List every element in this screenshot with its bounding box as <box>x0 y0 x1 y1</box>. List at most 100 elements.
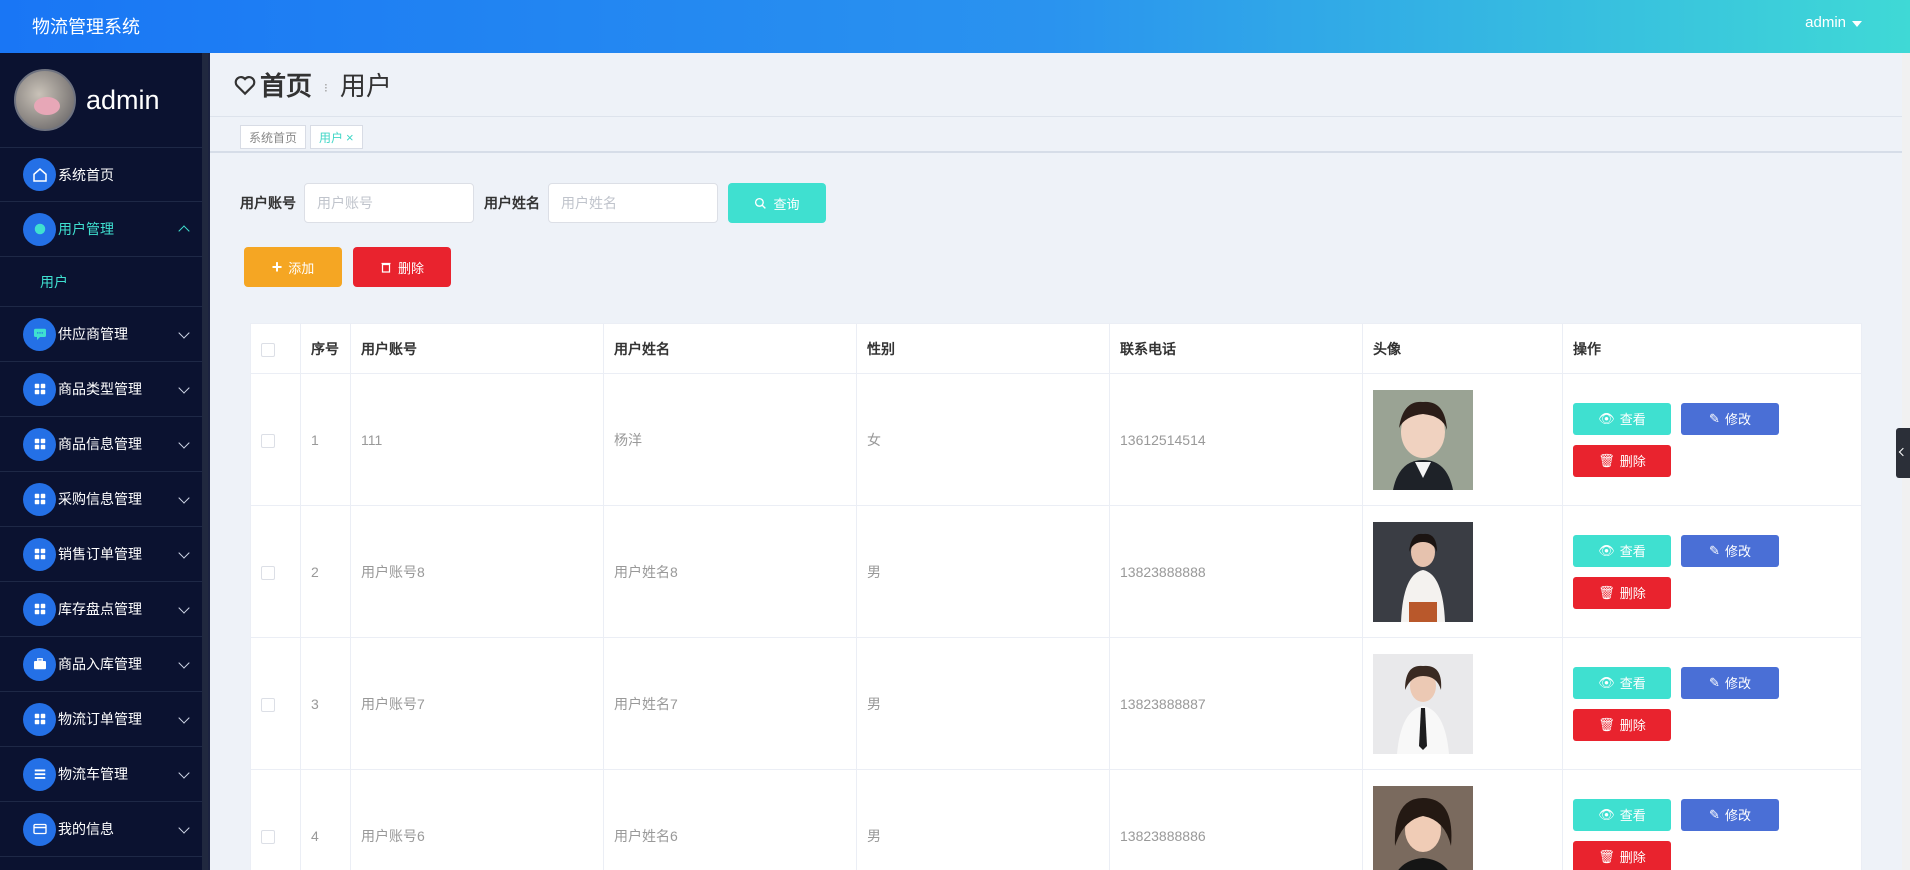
sidebar-item-label: 商品信息管理 <box>58 436 142 452</box>
cell-phone: 13823888886 <box>1109 769 1363 870</box>
avatar <box>14 69 76 131</box>
cell-avatar <box>1362 637 1563 770</box>
delete-label: 删除 <box>1619 454 1646 469</box>
sidebar-item-purchase[interactable]: 采购信息管理 <box>0 472 208 527</box>
sidebar-item-product-type[interactable]: 商品类型管理 <box>0 362 208 417</box>
edit-label: 修改 <box>1724 676 1751 691</box>
row-checkbox[interactable] <box>261 433 275 448</box>
col-avatar: 头像 <box>1362 323 1563 374</box>
name-label: 用户姓名 <box>484 195 540 211</box>
chevron-up-icon <box>178 225 190 237</box>
sidebar-item-vehicle[interactable]: 物流车管理 <box>0 747 208 802</box>
chevron-down-icon <box>178 602 190 614</box>
chevron-down-icon <box>178 437 190 449</box>
action-bar: + 添加 删除 <box>244 247 451 287</box>
breadcrumb-home[interactable]: 首页 <box>232 66 312 103</box>
collapse-panel-handle[interactable] <box>1896 428 1910 478</box>
sidebar-item-user-management[interactable]: 用户管理 <box>0 202 208 257</box>
batch-delete-button[interactable]: 删除 <box>353 247 451 287</box>
breadcrumb: 首页 ⁝ 用户 <box>210 53 1910 117</box>
delete-label: 删除 <box>397 260 424 276</box>
view-button[interactable]: 👁 查看 <box>1573 666 1671 699</box>
sidebar-item-stock-in[interactable]: 商品入库管理 <box>0 637 208 692</box>
eye-icon: 👁 <box>1598 542 1615 558</box>
edit-button[interactable]: ✎ 修改 <box>1681 534 1779 567</box>
trash-icon <box>381 262 391 273</box>
sidebar-item-inventory[interactable]: 库存盘点管理 <box>0 582 208 637</box>
delete-button[interactable]: 🗑 删除 <box>1573 576 1671 609</box>
name-input[interactable] <box>548 183 718 223</box>
cell-phone: 13823888887 <box>1109 637 1363 770</box>
sidebar-item-label: 供应商管理 <box>58 326 128 342</box>
edit-label: 修改 <box>1724 808 1751 823</box>
user-photo[interactable] <box>1373 389 1473 490</box>
chevron-down-icon <box>178 767 190 779</box>
table-row: 2 用户账号8 用户姓名8 男 13823888888 👁 查看 ✎ 修改 🗑 删除 <box>250 505 1862 638</box>
edit-button[interactable]: ✎ 修改 <box>1681 402 1779 435</box>
delete-button[interactable]: 🗑 删除 <box>1573 840 1671 870</box>
user-photo[interactable] <box>1373 521 1473 622</box>
grid-icon <box>23 702 56 736</box>
sidebar-item-sales-order[interactable]: 销售订单管理 <box>0 527 208 582</box>
search-icon <box>755 197 767 209</box>
delete-button[interactable]: 🗑 删除 <box>1573 444 1671 477</box>
sidebar-item-product-info[interactable]: 商品信息管理 <box>0 417 208 472</box>
cell-name: 用户姓名6 <box>603 769 857 870</box>
cell-avatar <box>1362 505 1563 638</box>
row-checkbox[interactable] <box>261 829 275 844</box>
sidebar-profile: admin <box>0 53 208 148</box>
sidebar-item-label: 销售订单管理 <box>58 546 142 562</box>
sidebar-scrollbar[interactable] <box>202 53 208 870</box>
search-form: 用户账号 用户姓名 查询 <box>240 183 826 223</box>
row-select-cell <box>250 373 301 506</box>
row-select-cell <box>250 637 301 770</box>
sidebar-username: admin <box>86 84 160 115</box>
chevron-down-icon <box>178 382 190 394</box>
tab-home[interactable]: 系统首页 <box>240 125 307 149</box>
pencil-icon: ✎ <box>1709 674 1720 690</box>
cell-gender: 男 <box>856 505 1110 638</box>
select-all-checkbox[interactable] <box>261 342 275 357</box>
grid-icon <box>23 427 56 461</box>
list-icon <box>23 757 56 791</box>
trash-icon: 🗑 <box>1598 584 1615 600</box>
row-checkbox[interactable] <box>261 697 275 712</box>
delete-label: 删除 <box>1619 718 1646 733</box>
chevron-down-icon <box>178 657 190 669</box>
sidebar-item-home[interactable]: 系统首页 <box>0 148 208 202</box>
view-button[interactable]: 👁 查看 <box>1573 402 1671 435</box>
account-input[interactable] <box>304 183 474 223</box>
trash-icon: 🗑 <box>1598 716 1615 732</box>
breadcrumb-current: 用户 <box>339 71 392 101</box>
edit-button[interactable]: ✎ 修改 <box>1681 666 1779 699</box>
edit-button[interactable]: ✎ 修改 <box>1681 798 1779 831</box>
user-photo[interactable] <box>1373 785 1473 870</box>
delete-button[interactable]: 🗑 删除 <box>1573 708 1671 741</box>
chevron-down-icon <box>178 492 190 504</box>
sidebar-item-label: 商品入库管理 <box>58 656 142 672</box>
sidebar-item-label: 商品类型管理 <box>58 381 142 397</box>
sidebar-subitem-users[interactable]: 用户 <box>0 257 208 307</box>
user-photo[interactable] <box>1373 653 1473 754</box>
plus-icon: + <box>271 257 283 277</box>
row-checkbox[interactable] <box>261 565 275 580</box>
edit-label: 修改 <box>1724 412 1751 427</box>
chat-icon <box>23 317 56 351</box>
view-button[interactable]: 👁 查看 <box>1573 534 1671 567</box>
sidebar-item-my-info[interactable]: 我的信息 <box>0 802 208 857</box>
tab-users[interactable]: 用户 × <box>310 125 363 149</box>
query-button[interactable]: 查询 <box>728 183 826 223</box>
cell-actions: 👁 查看 ✎ 修改 🗑 删除 <box>1562 505 1862 638</box>
cell-no: 3 <box>300 637 351 770</box>
sidebar-item-logistics-order[interactable]: 物流订单管理 <box>0 692 208 747</box>
table-row: 3 用户账号7 用户姓名7 男 13823888887 👁 查看 ✎ 修改 🗑 删除 <box>250 637 1862 770</box>
user-dropdown[interactable]: admin <box>1805 14 1862 31</box>
sidebar-item-supplier[interactable]: 供应商管理 <box>0 307 208 362</box>
view-button[interactable]: 👁 查看 <box>1573 798 1671 831</box>
user-name: admin <box>1805 14 1846 31</box>
close-icon[interactable]: × <box>346 130 354 145</box>
users-table: 序号 用户账号 用户姓名 性别 联系电话 头像 操作 1 111 杨洋 女 13… <box>250 323 1862 870</box>
add-button[interactable]: + 添加 <box>244 247 342 287</box>
view-label: 查看 <box>1619 676 1646 691</box>
sidebar-item-label: 物流车管理 <box>58 766 128 782</box>
